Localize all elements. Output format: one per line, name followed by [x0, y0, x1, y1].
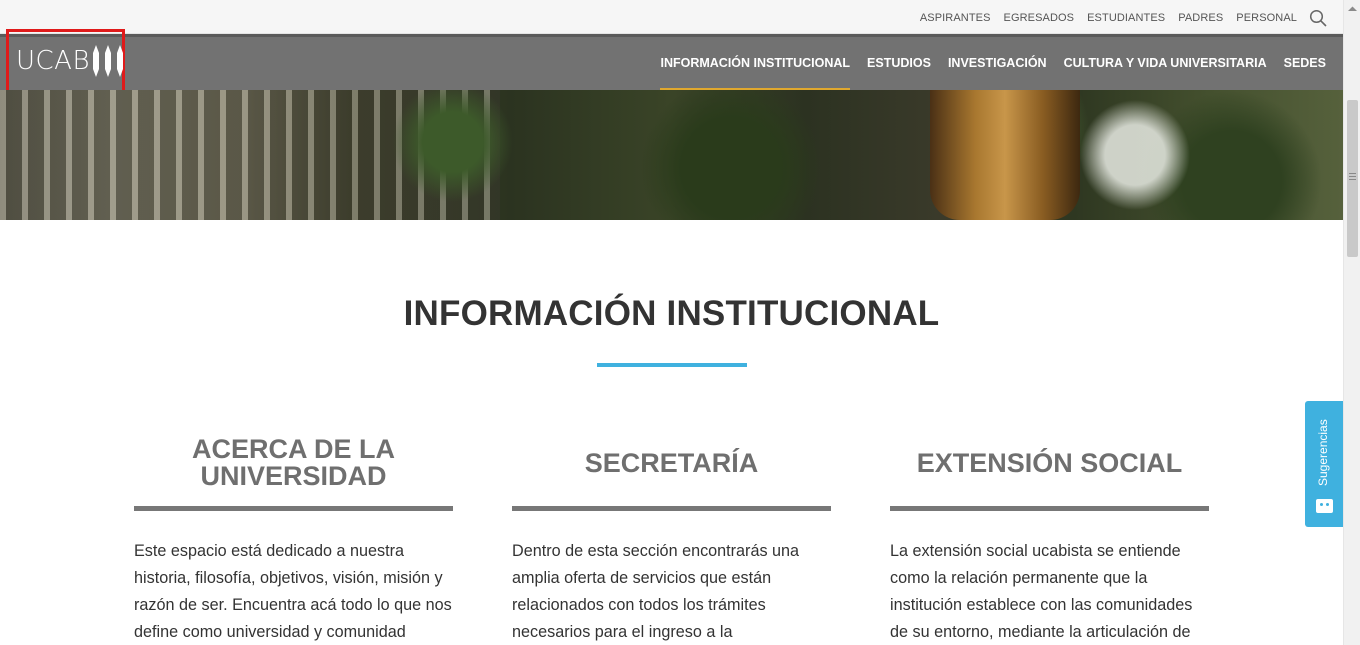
nav-item-investigacion[interactable]: INVESTIGACIÓN — [948, 37, 1047, 90]
smiley-chat-icon — [1316, 499, 1333, 513]
column-heading[interactable]: EXTENSIÓN SOCIAL — [890, 420, 1209, 506]
top-utility-bar: ASPIRANTES EGRESADOS ESTUDIANTES PADRES … — [0, 0, 1343, 34]
column-secretaria: SECRETARÍA Dentro de esta sección encont… — [512, 420, 831, 645]
nav-menu: INFORMACIÓN INSTITUCIONAL ESTUDIOS INVES… — [660, 37, 1326, 90]
page-scrollbar[interactable] — [1343, 0, 1360, 645]
link-estudiantes[interactable]: ESTUDIANTES — [1087, 12, 1165, 24]
hero-sky — [1080, 90, 1190, 220]
scroll-grip — [1349, 179, 1356, 180]
logo-mark-icon — [91, 43, 125, 79]
column-divider — [134, 506, 453, 511]
hero-banner-image — [0, 90, 1343, 220]
main-nav: UCAB INFORMACIÓN INSTITUCIONAL ESTUDIOS … — [0, 29, 1343, 93]
scroll-grip — [1349, 173, 1356, 174]
column-divider — [512, 506, 831, 511]
column-text: La extensión social ucabista se entiende… — [890, 542, 1193, 641]
page-title: INFORMACIÓN INSTITUCIONAL — [403, 294, 940, 333]
column-divider — [890, 506, 1209, 511]
link-aspirantes[interactable]: ASPIRANTES — [920, 12, 991, 24]
nav-item-estudios[interactable]: ESTUDIOS — [867, 37, 931, 90]
audience-links: ASPIRANTES EGRESADOS ESTUDIANTES PADRES … — [920, 12, 1297, 24]
column-heading[interactable]: ACERCA DE LA UNIVERSIDAD — [134, 420, 453, 506]
column-heading[interactable]: SECRETARÍA — [512, 420, 831, 506]
link-personal[interactable]: PERSONAL — [1236, 12, 1297, 24]
title-divider — [597, 363, 747, 367]
feedback-label: Sugerencias — [1316, 419, 1330, 486]
column-text: Dentro de esta sección encontrarás una a… — [512, 542, 800, 641]
column-extension: EXTENSIÓN SOCIAL La extensión social uca… — [890, 420, 1209, 645]
search-icon[interactable] — [1309, 9, 1327, 27]
column-acerca: ACERCA DE LA UNIVERSIDAD Este espacio es… — [134, 420, 453, 645]
nav-item-informacion-institucional[interactable]: INFORMACIÓN INSTITUCIONAL — [660, 37, 850, 90]
link-padres[interactable]: PADRES — [1178, 12, 1223, 24]
column-text: Este espacio está dedicado a nuestra his… — [134, 542, 452, 641]
scroll-thumb[interactable] — [1347, 100, 1358, 257]
logo-text: UCAB — [16, 46, 90, 76]
hero-statue — [930, 90, 1080, 220]
scroll-grip — [1349, 176, 1356, 177]
nav-item-cultura[interactable]: CULTURA Y VIDA UNIVERSITARIA — [1064, 37, 1267, 90]
scroll-up-arrow-icon[interactable] — [1344, 0, 1360, 17]
link-egresados[interactable]: EGRESADOS — [1004, 12, 1075, 24]
nav-item-sedes[interactable]: SEDES — [1284, 37, 1326, 90]
feedback-tab[interactable]: Sugerencias — [1305, 401, 1343, 527]
ucab-logo[interactable]: UCAB — [6, 29, 125, 93]
